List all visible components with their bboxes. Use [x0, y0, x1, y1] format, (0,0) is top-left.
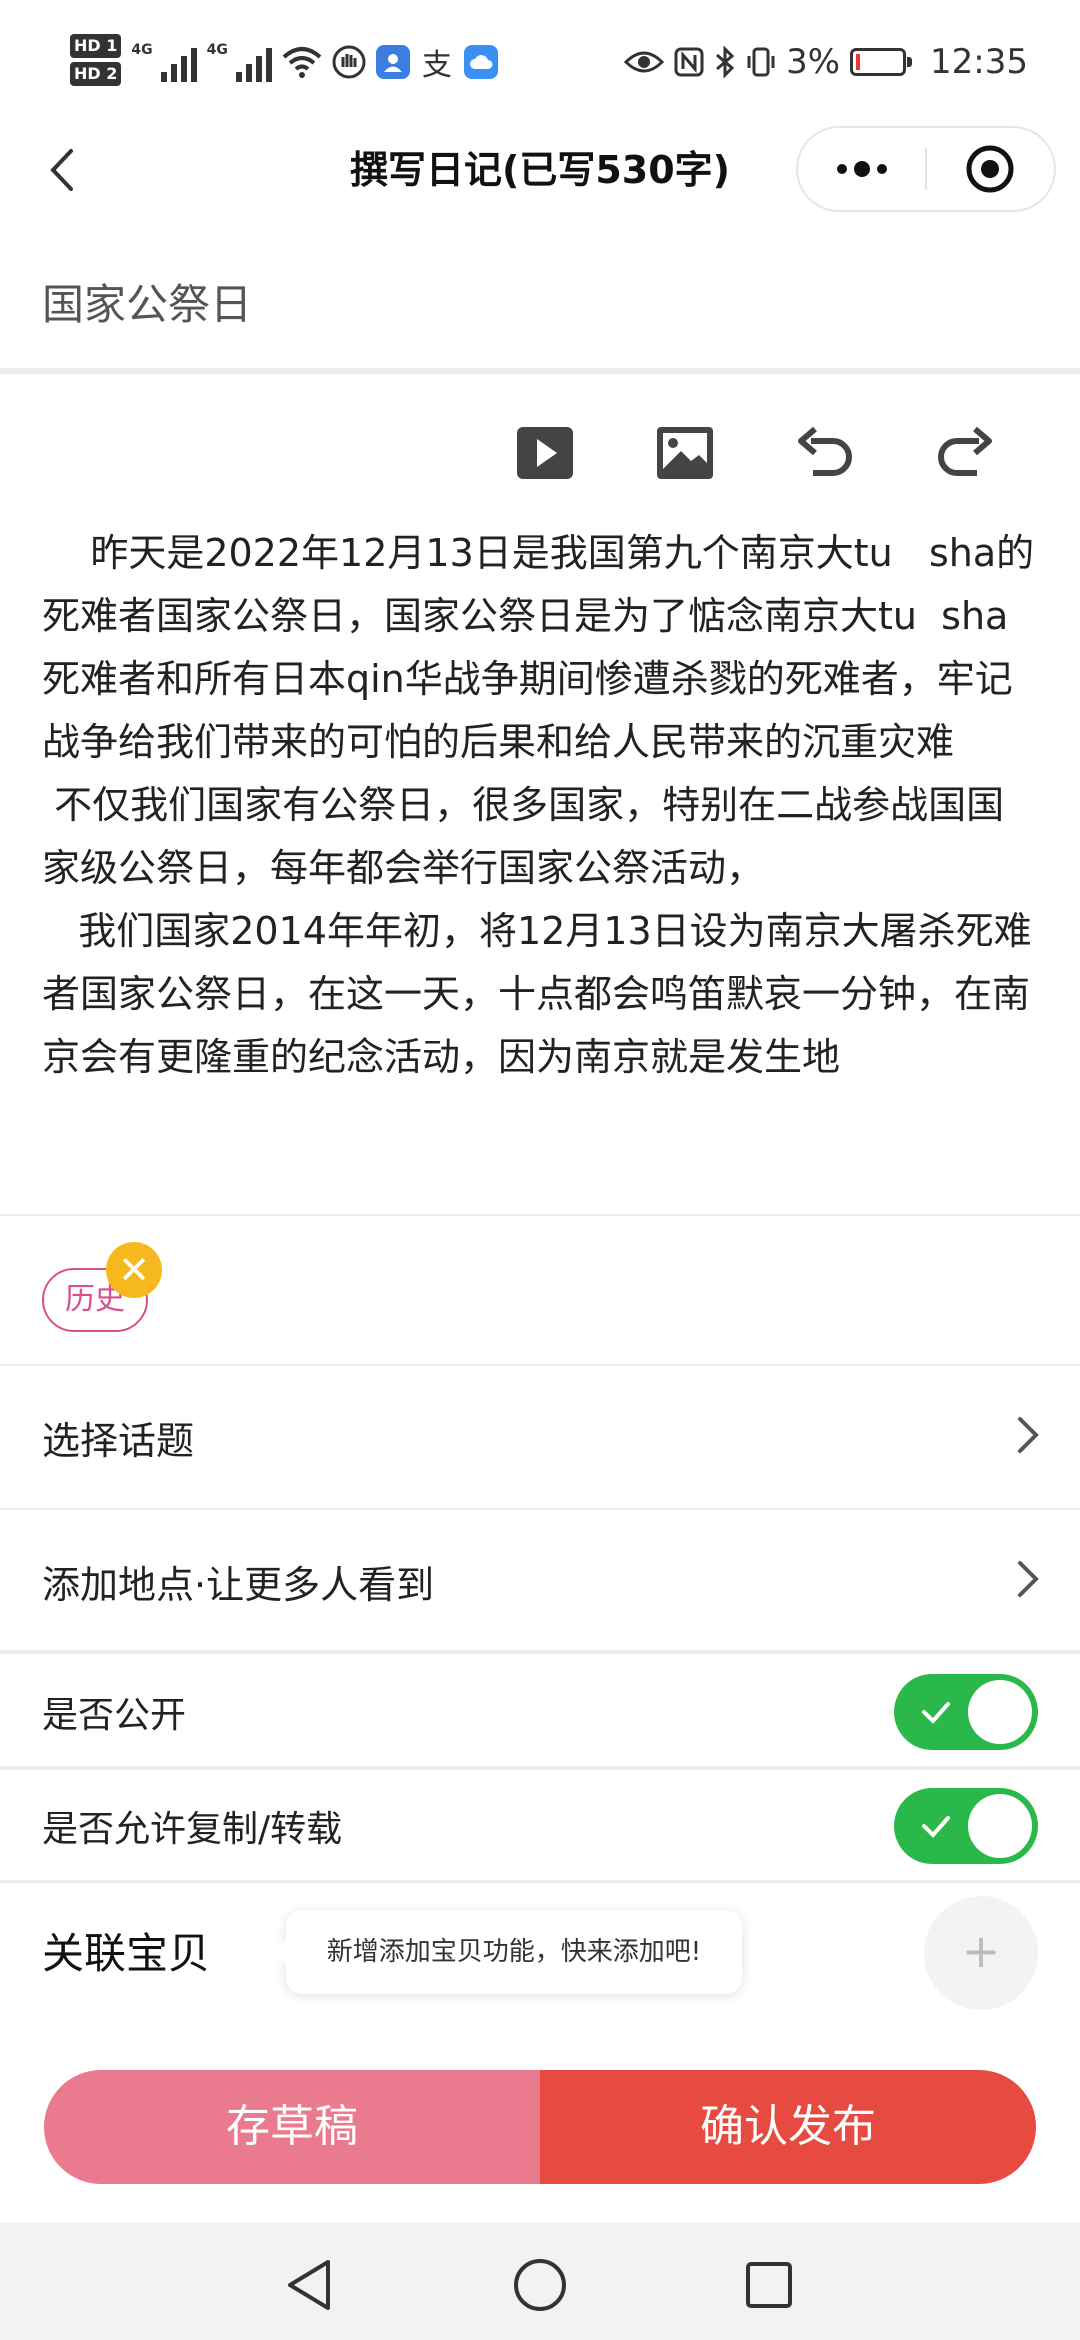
miniapp-capsule	[796, 126, 1056, 212]
network2-label: 4G	[206, 42, 228, 58]
signal-icon-2: 4G	[207, 42, 272, 82]
wifi-icon	[282, 47, 322, 78]
add-related-item-button[interactable]: +	[924, 1896, 1038, 2010]
hd-indicator: HD 1 HD 2	[70, 34, 122, 90]
select-topic-row[interactable]: 选择话题	[42, 1410, 194, 1465]
signal-icon-1: 4G	[131, 42, 197, 82]
system-home-button[interactable]	[505, 2250, 575, 2320]
video-icon	[517, 427, 573, 479]
row-divider	[0, 1880, 1080, 1883]
triangle-back-icon	[288, 2260, 330, 2310]
public-label: 是否公开	[42, 1695, 187, 1736]
clock: 12:35	[930, 42, 1028, 82]
allow-copy-toggle[interactable]	[894, 1788, 1038, 1864]
related-items-label: 关联宝贝	[42, 1929, 211, 1978]
status-left: HD 1 HD 2 4G 4G 支	[70, 32, 498, 92]
nfc-icon	[674, 47, 704, 77]
location-chevron[interactable]	[1008, 1549, 1048, 1609]
close-miniapp-button[interactable]	[927, 128, 1054, 210]
cloud-app-icon	[463, 45, 498, 79]
insert-image-button[interactable]	[650, 418, 720, 488]
publish-button[interactable]: 确认发布	[540, 2070, 1036, 2184]
hd2-label: HD 2	[70, 62, 122, 86]
image-icon	[657, 427, 713, 479]
row-divider	[0, 1508, 1080, 1510]
chevron-right-icon	[1018, 1417, 1039, 1453]
editor-divider	[0, 1214, 1080, 1216]
check-icon	[922, 1816, 950, 1838]
diary-title-input[interactable]: 国家公祭日	[42, 270, 1042, 340]
battery-icon	[850, 48, 913, 76]
hd1-label: HD 1	[70, 34, 122, 58]
more-button[interactable]	[798, 128, 925, 210]
target-close-icon	[966, 145, 1014, 193]
system-back-button[interactable]	[274, 2250, 344, 2320]
topic-chevron[interactable]	[1008, 1405, 1048, 1465]
add-location-row[interactable]: 添加地点·让更多人看到	[42, 1554, 434, 1609]
system-recents-button[interactable]	[734, 2250, 804, 2320]
undo-button[interactable]	[790, 418, 860, 488]
bluetooth-icon	[716, 46, 735, 78]
check-icon	[922, 1702, 950, 1724]
diary-body-editor[interactable]: 昨天是2022年12月13日是我国第九个南京大tu sha的死难者国家公祭日，国…	[42, 522, 1042, 1177]
square-recents-icon	[746, 2262, 792, 2308]
row-divider	[0, 1766, 1080, 1770]
status-right: 3% 12:35	[624, 34, 1028, 90]
title-divider	[0, 368, 1080, 374]
redo-icon	[938, 426, 992, 476]
redo-button[interactable]	[930, 418, 1000, 488]
circle-home-icon	[514, 2259, 566, 2311]
row-divider	[0, 1650, 1080, 1654]
battery-percent: 3%	[786, 42, 841, 82]
tags-divider	[0, 1364, 1080, 1366]
pay-app-icon: 支	[421, 48, 452, 83]
more-dots-icon	[836, 161, 887, 177]
save-draft-button[interactable]: 存草稿	[44, 2070, 540, 2184]
allow-copy-label: 是否允许复制/转载	[42, 1809, 343, 1850]
toggle-knob	[968, 1680, 1032, 1744]
related-tip-bubble: 新增添加宝贝功能，快来添加吧!	[274, 1910, 742, 1994]
hand-icon	[332, 45, 366, 79]
chevron-right-icon	[1018, 1561, 1039, 1597]
tag-remove-button[interactable]: ✕	[106, 1242, 162, 1298]
toggle-knob	[968, 1794, 1032, 1858]
public-toggle[interactable]	[894, 1674, 1038, 1750]
undo-icon	[798, 426, 852, 476]
network1-label: 4G	[131, 42, 153, 58]
contact-app-icon	[375, 45, 410, 79]
eye-icon	[624, 51, 665, 73]
vibrate-icon	[747, 47, 775, 77]
insert-video-button[interactable]	[510, 418, 580, 488]
